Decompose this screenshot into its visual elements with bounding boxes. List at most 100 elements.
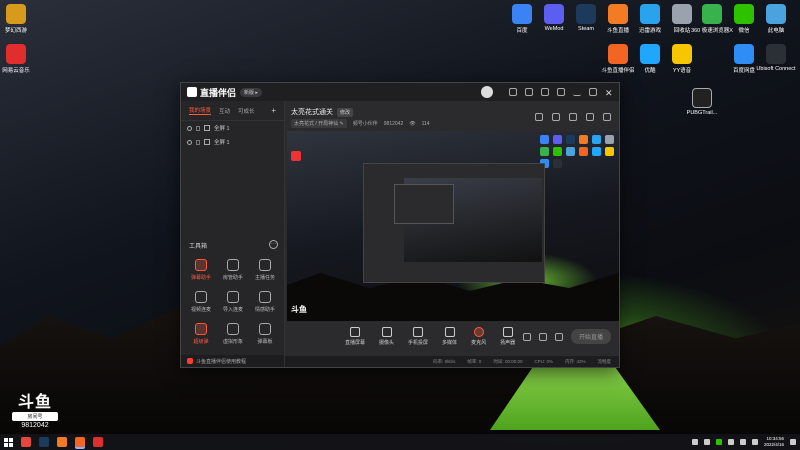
tool-icon [227, 323, 239, 335]
layout-icon[interactable] [569, 113, 577, 121]
scene-panel: 我的场景 互动 可成长 + 全屏 1 全屏 1 工具箱 ··· 弹幕助手 房管助手… [181, 101, 285, 367]
volume-icon[interactable] [739, 439, 746, 445]
gift-icon[interactable] [535, 113, 543, 121]
user-avatar[interactable] [481, 86, 493, 98]
menghuan-xiyou-icon [6, 4, 26, 24]
start-live-button[interactable]: 开始直播 [570, 329, 611, 344]
windows-taskbar: 10:34:56 2022/4/16 [0, 434, 800, 450]
tab-my-scenes[interactable]: 我的场景 [189, 106, 212, 115]
steam-taskbar-icon[interactable] [39, 437, 49, 447]
desktop-icon[interactable]: Ubisoft Connect [750, 44, 800, 72]
screen-capture-button[interactable]: 直播屏幕 [345, 327, 365, 346]
close-icon[interactable]: ✕ [605, 88, 613, 98]
douyu-logo-icon [187, 87, 197, 97]
version-badge[interactable]: 新版 ▸ [240, 87, 262, 97]
lock-scene-icon[interactable] [552, 113, 560, 121]
status-item: CPU: 0% [534, 359, 553, 364]
desktop-icon[interactable]: 网易云音乐 [0, 44, 42, 74]
microphone-tray-icon[interactable] [703, 439, 710, 445]
desktop-icon[interactable]: 梦幻西游 [0, 4, 42, 34]
desktop-icon[interactable]: YY语音 [656, 44, 708, 74]
preview-xunlei-game-icon [592, 135, 601, 144]
add-scene-icon[interactable]: + [271, 106, 276, 115]
toolbox-item[interactable]: 超级弹 [185, 323, 217, 345]
tab-growth[interactable]: 可成长 [238, 107, 255, 115]
room-category[interactable]: 太亮花式 / 开局神仙 ✎ [291, 119, 347, 128]
menu-icon[interactable] [557, 88, 565, 96]
media-button[interactable]: 多媒体 [442, 327, 457, 346]
toolbox-item[interactable]: 导入连麦 [217, 291, 249, 313]
ime-icon[interactable] [751, 439, 758, 445]
viewer-count: 114 [421, 120, 430, 127]
toolbox-item[interactable]: 房管助手 [217, 259, 249, 281]
preview-area: 太亮花式通关 修改 太亮花式 / 开局神仙 ✎ 频号小伙伴 9812042 👁 … [285, 101, 619, 367]
switch-icon[interactable] [538, 332, 547, 341]
notification-center-icon[interactable] [790, 439, 796, 445]
toolbox-item[interactable]: 弹幕板 [249, 323, 281, 345]
desktop-icon[interactable]: 此电脑 [750, 4, 800, 34]
minimize-icon[interactable] [573, 88, 581, 96]
preview-douyu-companion-icon [579, 147, 588, 156]
more-tools-icon[interactable]: ··· [269, 240, 278, 249]
room-title[interactable]: 太亮花式通关 [291, 107, 333, 117]
douyu-small-icon [187, 358, 193, 364]
scene-item[interactable]: 全屏 1 [181, 135, 284, 149]
skin-icon[interactable] [525, 88, 533, 96]
eye-icon[interactable] [187, 125, 192, 131]
share-icon[interactable] [603, 113, 611, 121]
record-icon[interactable] [522, 332, 531, 341]
toolbox-grid: 弹幕助手 房管助手 主播任务视频连麦 导入连麦 情感助手超级弹 虚拟形象 弹幕板 [185, 259, 281, 370]
gear-icon[interactable] [554, 332, 563, 341]
settings-icon[interactable] [541, 88, 549, 96]
notification-icon[interactable] [586, 113, 594, 121]
taskbar-clock[interactable]: 10:34:56 2022/4/16 [764, 436, 784, 448]
toolbox-item[interactable]: 视频连麦 [185, 291, 217, 313]
eye-icon[interactable] [187, 139, 192, 145]
netease-taskbar-icon[interactable] [93, 437, 103, 447]
preview-youku-icon [592, 147, 601, 156]
app-title: 直播伴侣 [200, 87, 237, 98]
live-preview-canvas[interactable]: 斗鱼 [287, 131, 619, 321]
preview-desktop-icons [540, 135, 615, 168]
toolbox-item[interactable]: 情感助手 [249, 291, 281, 313]
windows-start-icon[interactable] [4, 437, 13, 447]
scene-item[interactable]: 全屏 1 [181, 121, 284, 135]
camera-button[interactable]: 摄像头 [379, 327, 394, 346]
tool-icon [195, 259, 207, 271]
edit-title-button[interactable]: 修改 [337, 107, 354, 117]
tab-interact[interactable]: 互动 [219, 107, 230, 115]
window-titlebar[interactable]: 直播伴侣 新版 ▸ ✕ [181, 83, 619, 101]
tutorial-link[interactable]: 斗鱼直播伴侣使用教程 [181, 355, 284, 367]
speaker-icon [502, 327, 513, 337]
phone-cast-button[interactable]: 手机投屏 [408, 327, 428, 346]
lock-icon[interactable] [196, 139, 200, 145]
room-number: 9812042 [21, 422, 49, 429]
pubg-icon [692, 88, 712, 108]
message-icon[interactable] [509, 88, 517, 96]
tool-icon [259, 291, 271, 303]
chrome-icon[interactable] [21, 437, 31, 447]
maximize-icon[interactable] [589, 88, 597, 96]
douyu-taskbar-icon[interactable] [57, 437, 67, 447]
companion-taskbar-icon[interactable] [75, 437, 85, 447]
media-icon [444, 327, 455, 337]
toolbox-item[interactable]: 主播任务 [249, 259, 281, 281]
wechat-tray-icon[interactable] [715, 439, 722, 445]
desktop-icon-pubg[interactable]: PUBGTrail... [676, 88, 728, 116]
preview-wechat-icon [553, 147, 562, 156]
status-item: 流畅度 [597, 358, 612, 364]
microphone-button[interactable]: 麦克风 [471, 327, 486, 346]
speaker-button[interactable]: 扬声器 [500, 327, 515, 346]
tool-icon [259, 259, 271, 271]
network-icon[interactable] [727, 439, 734, 445]
lock-icon[interactable] [196, 125, 200, 131]
room-id-label: 频号小伙伴 [352, 121, 378, 127]
toolbox-item[interactable]: 虚拟形象 [217, 323, 249, 345]
chevron-up-icon[interactable] [691, 439, 698, 445]
toolbox-item[interactable]: 弹幕助手 [185, 259, 217, 281]
tool-icon [195, 291, 207, 303]
taskbar-apps [21, 437, 103, 447]
system-tray: 10:34:56 2022/4/16 [691, 436, 796, 448]
ubisoft-icon [766, 44, 786, 64]
tool-icon [227, 259, 239, 271]
